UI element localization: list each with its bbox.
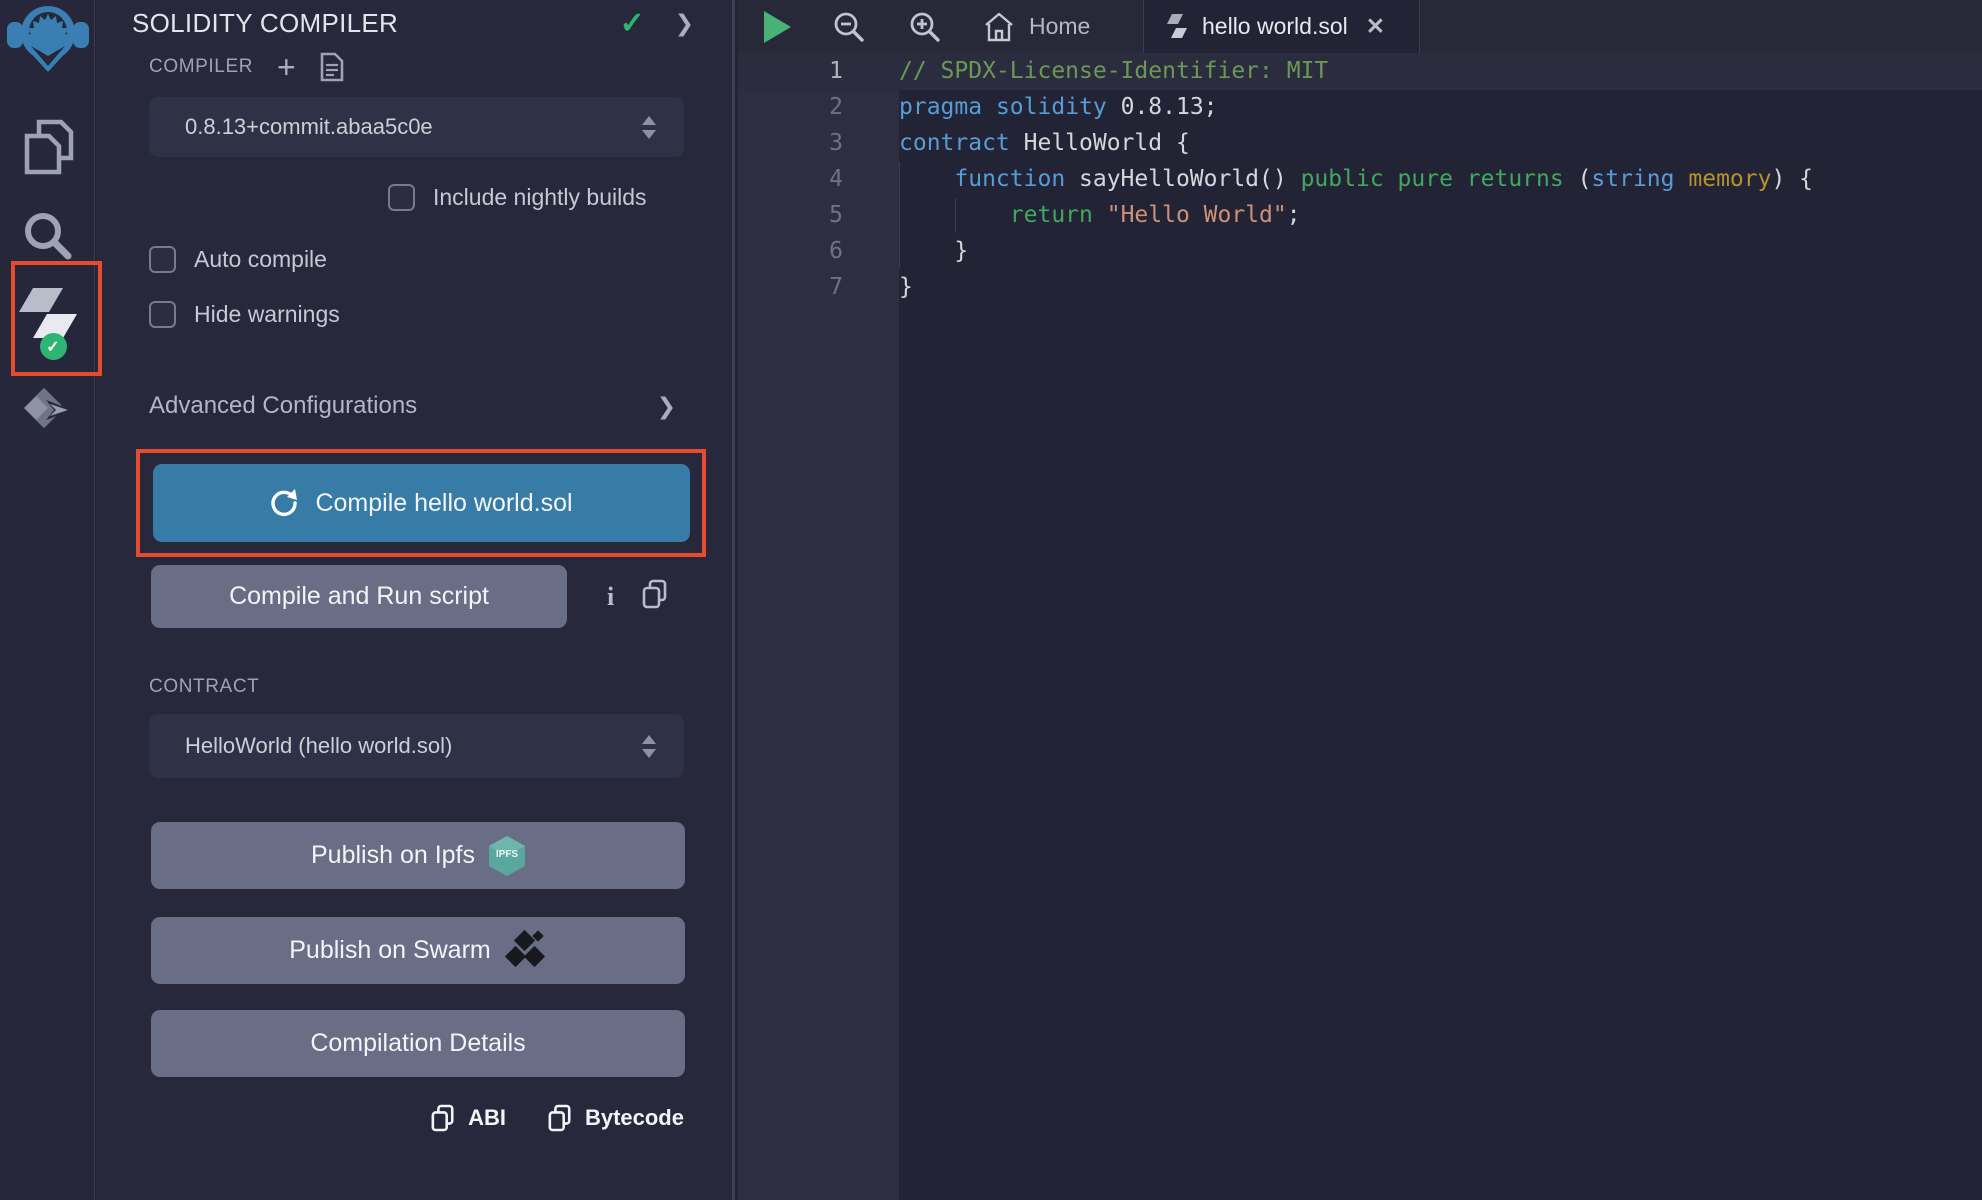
ipfs-badge-text: IPFS bbox=[489, 849, 525, 860]
publish-ipfs-button[interactable]: Publish on Ipfs IPFS bbox=[151, 822, 685, 889]
copy-icon bbox=[431, 1104, 455, 1132]
tab-home[interactable]: Home bbox=[961, 0, 1143, 53]
compiled-check-icon: ✓ bbox=[620, 6, 645, 41]
code-text: // SPDX-License-Identifier: MIT bbox=[899, 53, 1328, 89]
editor-area: Home hello world.sol ✕ 1// SPDX-License-… bbox=[738, 0, 1982, 1200]
code-text: } bbox=[899, 269, 913, 305]
code-line[interactable]: 1// SPDX-License-Identifier: MIT bbox=[738, 53, 1982, 89]
panel-collapse-chevron-icon[interactable]: ❯ bbox=[675, 10, 694, 37]
swarm-icon bbox=[505, 932, 547, 970]
compilation-details-button[interactable]: Compilation Details bbox=[151, 1010, 685, 1077]
compiler-version-value: 0.8.13+commit.abaa5c0e bbox=[185, 114, 642, 140]
compilation-details-label: Compilation Details bbox=[310, 1029, 525, 1058]
select-updown-icon bbox=[642, 735, 656, 758]
search-icon[interactable] bbox=[0, 210, 95, 262]
hide-warnings-checkbox[interactable]: Hide warnings bbox=[149, 301, 340, 328]
code-text: pragma solidity 0.8.13; bbox=[899, 89, 1218, 125]
checkbox-box[interactable] bbox=[388, 184, 415, 211]
auto-compile-checkbox[interactable]: Auto compile bbox=[149, 246, 327, 273]
close-tab-icon[interactable]: ✕ bbox=[1366, 13, 1385, 40]
tab-home-label: Home bbox=[1029, 13, 1090, 40]
contract-label: CONTRACT bbox=[149, 676, 259, 697]
checkbox-box[interactable] bbox=[149, 246, 176, 273]
add-compiler-icon[interactable]: + bbox=[277, 57, 296, 77]
home-icon bbox=[983, 11, 1015, 43]
contract-select[interactable]: HelloWorld (hello world.sol) bbox=[149, 714, 684, 778]
line-number[interactable]: 4 bbox=[738, 161, 899, 197]
copy-bytecode-button[interactable]: Bytecode bbox=[548, 1104, 684, 1132]
zoom-in-icon[interactable] bbox=[907, 9, 943, 45]
checkbox-box[interactable] bbox=[149, 301, 176, 328]
code-text: } bbox=[899, 233, 968, 269]
publish-swarm-button[interactable]: Publish on Swarm bbox=[151, 917, 685, 984]
line-number[interactable]: 6 bbox=[738, 233, 899, 269]
line-number[interactable]: 5 bbox=[738, 197, 899, 233]
code-line[interactable]: 4 function sayHelloWorld() public pure r… bbox=[738, 161, 1982, 197]
deploy-run-icon[interactable] bbox=[0, 386, 95, 436]
line-number[interactable]: 3 bbox=[738, 125, 899, 161]
line-number[interactable]: 7 bbox=[738, 269, 899, 305]
refresh-icon bbox=[269, 488, 299, 518]
publish-ipfs-label: Publish on Ipfs bbox=[311, 841, 475, 870]
copy-abi-button[interactable]: ABI bbox=[431, 1104, 506, 1132]
advanced-chevron-icon: ❯ bbox=[657, 393, 676, 420]
code-lines: 1// SPDX-License-Identifier: MIT2pragma … bbox=[738, 53, 1982, 305]
remix-ide-window: ✓ SOLIDITY COMPILER ✓ ❯ COMPILER + bbox=[0, 0, 1982, 1200]
include-nightly-checkbox[interactable]: Include nightly builds bbox=[388, 184, 647, 211]
panel-title: SOLIDITY COMPILER bbox=[132, 8, 620, 39]
code-line[interactable]: 7} bbox=[738, 269, 1982, 305]
include-nightly-label: Include nightly builds bbox=[433, 184, 647, 211]
solidity-file-icon bbox=[1166, 13, 1188, 41]
compiler-version-select[interactable]: 0.8.13+commit.abaa5c0e bbox=[149, 97, 684, 157]
tab-hello-world-sol[interactable]: hello world.sol ✕ bbox=[1143, 0, 1420, 53]
code-editor[interactable]: 1// SPDX-License-Identifier: MIT2pragma … bbox=[738, 53, 1982, 1200]
code-line[interactable]: 5 return "Hello World"; bbox=[738, 197, 1982, 233]
code-text: function sayHelloWorld() public pure ret… bbox=[899, 161, 1813, 197]
file-explorer-icon[interactable] bbox=[0, 118, 95, 176]
select-updown-icon bbox=[642, 116, 656, 139]
code-line[interactable]: 6 } bbox=[738, 233, 1982, 269]
contract-select-value: HelloWorld (hello world.sol) bbox=[185, 733, 642, 759]
copy-icon bbox=[548, 1104, 572, 1132]
code-line[interactable]: 3contract HelloWorld { bbox=[738, 125, 1982, 161]
zoom-out-icon[interactable] bbox=[831, 9, 867, 45]
solidity-compiler-icon[interactable]: ✓ bbox=[0, 286, 95, 352]
advanced-configurations-label: Advanced Configurations bbox=[149, 392, 657, 420]
code-text: contract HelloWorld { bbox=[899, 125, 1190, 161]
compile-and-run-label: Compile and Run script bbox=[229, 582, 489, 611]
tab-hello-world-label: hello world.sol bbox=[1202, 13, 1348, 40]
ipfs-icon: IPFS bbox=[489, 836, 525, 876]
publish-swarm-label: Publish on Swarm bbox=[289, 936, 490, 965]
bytecode-label: Bytecode bbox=[585, 1105, 684, 1131]
advanced-configurations-toggle[interactable]: Advanced Configurations ❯ bbox=[149, 392, 676, 420]
compiler-label: COMPILER bbox=[149, 56, 253, 78]
compile-button[interactable]: Compile hello world.sol bbox=[153, 464, 690, 542]
editor-tabbar: Home hello world.sol ✕ bbox=[738, 0, 1982, 53]
code-text: return "Hello World"; bbox=[899, 197, 1301, 233]
compile-success-badge: ✓ bbox=[40, 333, 67, 360]
compile-button-label: Compile hello world.sol bbox=[315, 489, 572, 518]
line-number[interactable]: 2 bbox=[738, 89, 899, 125]
info-icon[interactable]: i bbox=[607, 582, 614, 612]
solidity-compiler-panel: SOLIDITY COMPILER ✓ ❯ COMPILER + 0.8.13+… bbox=[96, 0, 735, 1200]
copy-icon[interactable] bbox=[642, 579, 668, 614]
activity-bar: ✓ bbox=[0, 0, 95, 1200]
auto-compile-label: Auto compile bbox=[194, 246, 327, 273]
abi-label: ABI bbox=[468, 1105, 506, 1131]
code-line[interactable]: 2pragma solidity 0.8.13; bbox=[738, 89, 1982, 125]
hide-warnings-label: Hide warnings bbox=[194, 301, 340, 328]
compiler-config-file-icon[interactable] bbox=[320, 52, 344, 82]
compile-and-run-button[interactable]: Compile and Run script bbox=[151, 565, 567, 628]
run-script-play-icon[interactable] bbox=[764, 11, 791, 43]
remix-logo[interactable] bbox=[7, 4, 89, 74]
highlight-box-compile-button: Compile hello world.sol bbox=[136, 449, 706, 557]
line-number[interactable]: 1 bbox=[738, 53, 899, 89]
